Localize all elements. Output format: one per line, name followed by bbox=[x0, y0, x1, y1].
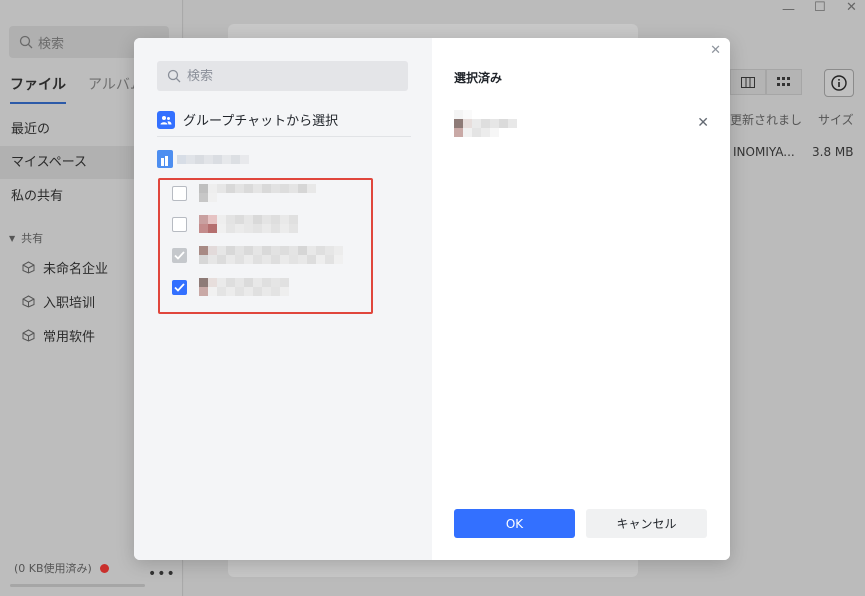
member-row[interactable] bbox=[172, 215, 298, 233]
columns-icon bbox=[741, 76, 755, 88]
redacted-member bbox=[454, 109, 517, 137]
redacted-member bbox=[199, 215, 298, 233]
file-name-cell[interactable]: INOMIYA... bbox=[733, 145, 795, 159]
caret-down-icon: ▼ bbox=[9, 233, 16, 243]
sidebar-group-label: 共有 bbox=[21, 232, 44, 245]
selected-pane: ✕ 選択済み ✕ OK キャンセル bbox=[432, 38, 730, 560]
ok-button[interactable]: OK bbox=[454, 509, 575, 538]
redacted-member bbox=[199, 184, 316, 202]
sidebar-shared-item-label: 入职培训 bbox=[43, 296, 96, 311]
storage-quota: (0 KB使用済み) bbox=[14, 560, 109, 576]
more-icon[interactable]: ••• bbox=[148, 566, 176, 582]
member-row[interactable] bbox=[172, 184, 316, 202]
organization-row[interactable] bbox=[157, 150, 249, 168]
group-chat-icon bbox=[157, 110, 175, 129]
member-checkbox[interactable] bbox=[172, 185, 187, 201]
member-checkbox[interactable] bbox=[172, 216, 187, 232]
select-from-group-chat[interactable]: グループチャットから選択 bbox=[157, 107, 411, 137]
member-search-input[interactable] bbox=[187, 68, 387, 84]
sidebar-shared-item-label: 未命名企业 bbox=[43, 262, 109, 277]
member-checkbox-checked[interactable] bbox=[172, 279, 187, 295]
member-picker-modal: グループチャットから選択 bbox=[134, 38, 730, 560]
sidebar-shared-item[interactable]: 常用软件 bbox=[22, 326, 95, 345]
sidebar-group-shared[interactable]: ▼ 共有 bbox=[9, 230, 43, 246]
member-row bbox=[172, 246, 343, 264]
check-icon bbox=[174, 282, 185, 292]
cube-icon bbox=[22, 261, 35, 274]
column-updated[interactable]: 更新されまし bbox=[730, 111, 802, 128]
organization-icon bbox=[157, 150, 173, 168]
file-size-cell: 3.8 MB bbox=[812, 145, 854, 159]
window-close-icon[interactable]: ✕ bbox=[846, 0, 857, 15]
redacted-member bbox=[199, 246, 343, 264]
selected-member: ✕ bbox=[454, 109, 709, 137]
redacted-name bbox=[177, 154, 249, 164]
redacted-member bbox=[199, 278, 289, 296]
member-row[interactable] bbox=[172, 278, 289, 296]
candidate-pane: グループチャットから選択 bbox=[134, 38, 432, 560]
sidebar-search-placeholder: 検索 bbox=[38, 36, 65, 52]
alert-dot-icon bbox=[99, 563, 109, 573]
info-button[interactable] bbox=[824, 69, 854, 97]
tab-files[interactable]: ファイル bbox=[10, 74, 66, 104]
view-toggle bbox=[730, 69, 802, 95]
column-size[interactable]: サイズ bbox=[818, 111, 854, 128]
sidebar-shared-item[interactable]: 入职培训 bbox=[22, 292, 95, 311]
info-icon bbox=[831, 75, 847, 91]
column-view-button[interactable] bbox=[730, 69, 766, 95]
modal-close-icon[interactable]: ✕ bbox=[710, 43, 721, 58]
storage-quota-bar bbox=[10, 584, 145, 587]
maximize-icon[interactable]: ☐ bbox=[814, 0, 826, 15]
selected-title: 選択済み bbox=[454, 71, 503, 85]
cube-icon bbox=[22, 295, 35, 308]
storage-quota-text: (0 KB使用済み) bbox=[14, 562, 92, 575]
member-search[interactable] bbox=[157, 61, 408, 91]
search-icon bbox=[167, 69, 181, 83]
grid-icon bbox=[777, 77, 790, 86]
sidebar-tabs: ファイル アルバム bbox=[10, 74, 144, 104]
check-icon bbox=[174, 250, 185, 260]
remove-selected-icon[interactable]: ✕ bbox=[697, 115, 709, 131]
search-icon bbox=[19, 35, 33, 49]
cube-icon bbox=[22, 329, 35, 342]
select-from-group-chat-label: グループチャットから選択 bbox=[183, 114, 339, 129]
member-checkbox-disabled bbox=[172, 247, 187, 263]
sidebar-shared-item[interactable]: 未命名企业 bbox=[22, 258, 108, 277]
cancel-button[interactable]: キャンセル bbox=[586, 509, 707, 538]
grid-view-button[interactable] bbox=[766, 69, 802, 95]
minimize-icon[interactable]: — bbox=[782, 2, 795, 17]
sidebar-shared-item-label: 常用软件 bbox=[43, 330, 96, 345]
